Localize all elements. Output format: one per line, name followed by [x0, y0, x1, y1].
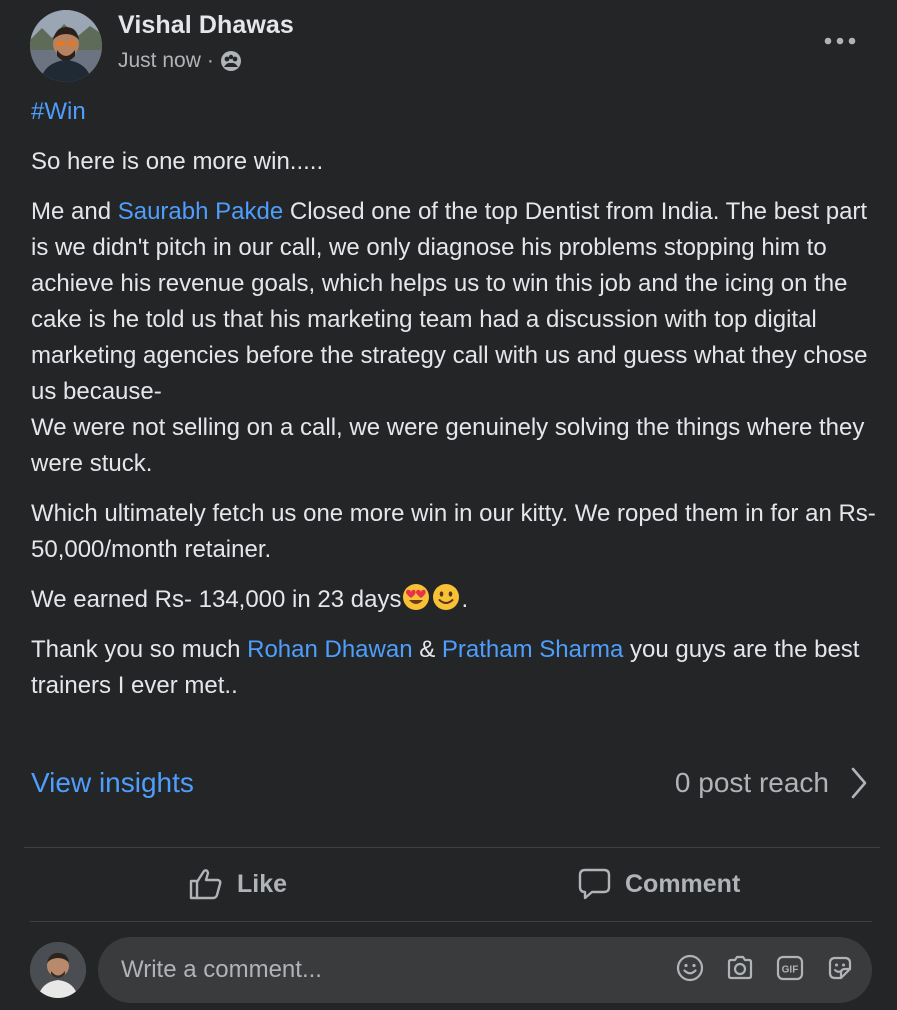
- paragraph-2-rest: Closed one of the top Dentist from India…: [31, 198, 868, 405]
- author-avatar[interactable]: [30, 10, 102, 82]
- insights-row: View insights 0 post reach: [31, 759, 867, 807]
- sticker-icon[interactable]: [826, 954, 854, 982]
- chevron-right-icon: [851, 767, 867, 799]
- divider-bottom: [30, 921, 872, 922]
- like-button[interactable]: Like: [189, 858, 287, 910]
- like-label: Like: [237, 869, 288, 898]
- paragraph-5-prefix: Thank you so much: [31, 636, 248, 663]
- paragraph-4-end: .: [461, 586, 469, 613]
- comment-label: Comment: [625, 869, 741, 898]
- camera-icon[interactable]: [726, 954, 754, 982]
- my-avatar[interactable]: [30, 942, 86, 998]
- comment-composer[interactable]: GIF: [98, 937, 872, 1003]
- post-paragraph-1: So here is one more win.....: [31, 148, 324, 175]
- paragraph-2-line-2: We were not selling on a call, we were g…: [31, 414, 865, 477]
- group-audience-icon[interactable]: [220, 50, 242, 72]
- emoji-picker-icon[interactable]: [676, 954, 704, 982]
- post-card: Vishal Dhawas Just now · #Win So here is…: [0, 0, 897, 1010]
- paragraph-2-prefix: Me and: [31, 198, 118, 225]
- view-insights-link[interactable]: View insights: [31, 767, 194, 799]
- mention-rohan-dhawan[interactable]: Rohan Dhawan: [247, 636, 412, 663]
- comment-button[interactable]: Comment: [578, 858, 740, 910]
- post-text: #Win So here is one more win..... Me and…: [31, 94, 881, 718]
- comment-bubble-icon: [578, 868, 611, 900]
- post-reach-button[interactable]: 0 post reach: [675, 767, 867, 799]
- svg-text:GIF: GIF: [782, 965, 799, 976]
- paragraph-5-and: &: [412, 636, 442, 663]
- more-options-button[interactable]: [820, 28, 860, 54]
- post-paragraph-5: Thank you so much Rohan Dhawan & Pratham…: [31, 632, 881, 704]
- thumbs-up-icon: [189, 869, 222, 900]
- post-timestamp[interactable]: Just now: [118, 49, 201, 73]
- mention-saurabh-pakde[interactable]: Saurabh Pakde: [118, 198, 283, 225]
- post-paragraph-4: We earned Rs- 134,000 in 23 days.: [31, 582, 881, 618]
- author-name[interactable]: Vishal Dhawas: [118, 11, 294, 40]
- post-paragraph-2: Me and Saurabh Pakde Closed one of the t…: [31, 194, 881, 482]
- gif-icon[interactable]: GIF: [776, 954, 804, 982]
- more-dots-icon: [824, 37, 856, 45]
- comment-input[interactable]: [121, 956, 661, 984]
- meta-separator: ·: [206, 49, 214, 72]
- post-meta: Just now ·: [118, 47, 242, 75]
- heart-eyes-emoji-icon: [401, 582, 431, 612]
- smile-emoji-icon: [431, 582, 461, 612]
- post-paragraph-3: Which ultimately fetch us one more win i…: [31, 500, 876, 563]
- divider-top: [24, 847, 880, 848]
- post-reach-count: 0 post reach: [674, 767, 829, 798]
- paragraph-4-text: We earned Rs- 134,000 in 23 days: [31, 586, 402, 613]
- mention-pratham-sharma[interactable]: Pratham Sharma: [442, 636, 623, 663]
- hashtag-link[interactable]: #Win: [31, 98, 86, 125]
- comment-tools: GIF: [676, 954, 854, 982]
